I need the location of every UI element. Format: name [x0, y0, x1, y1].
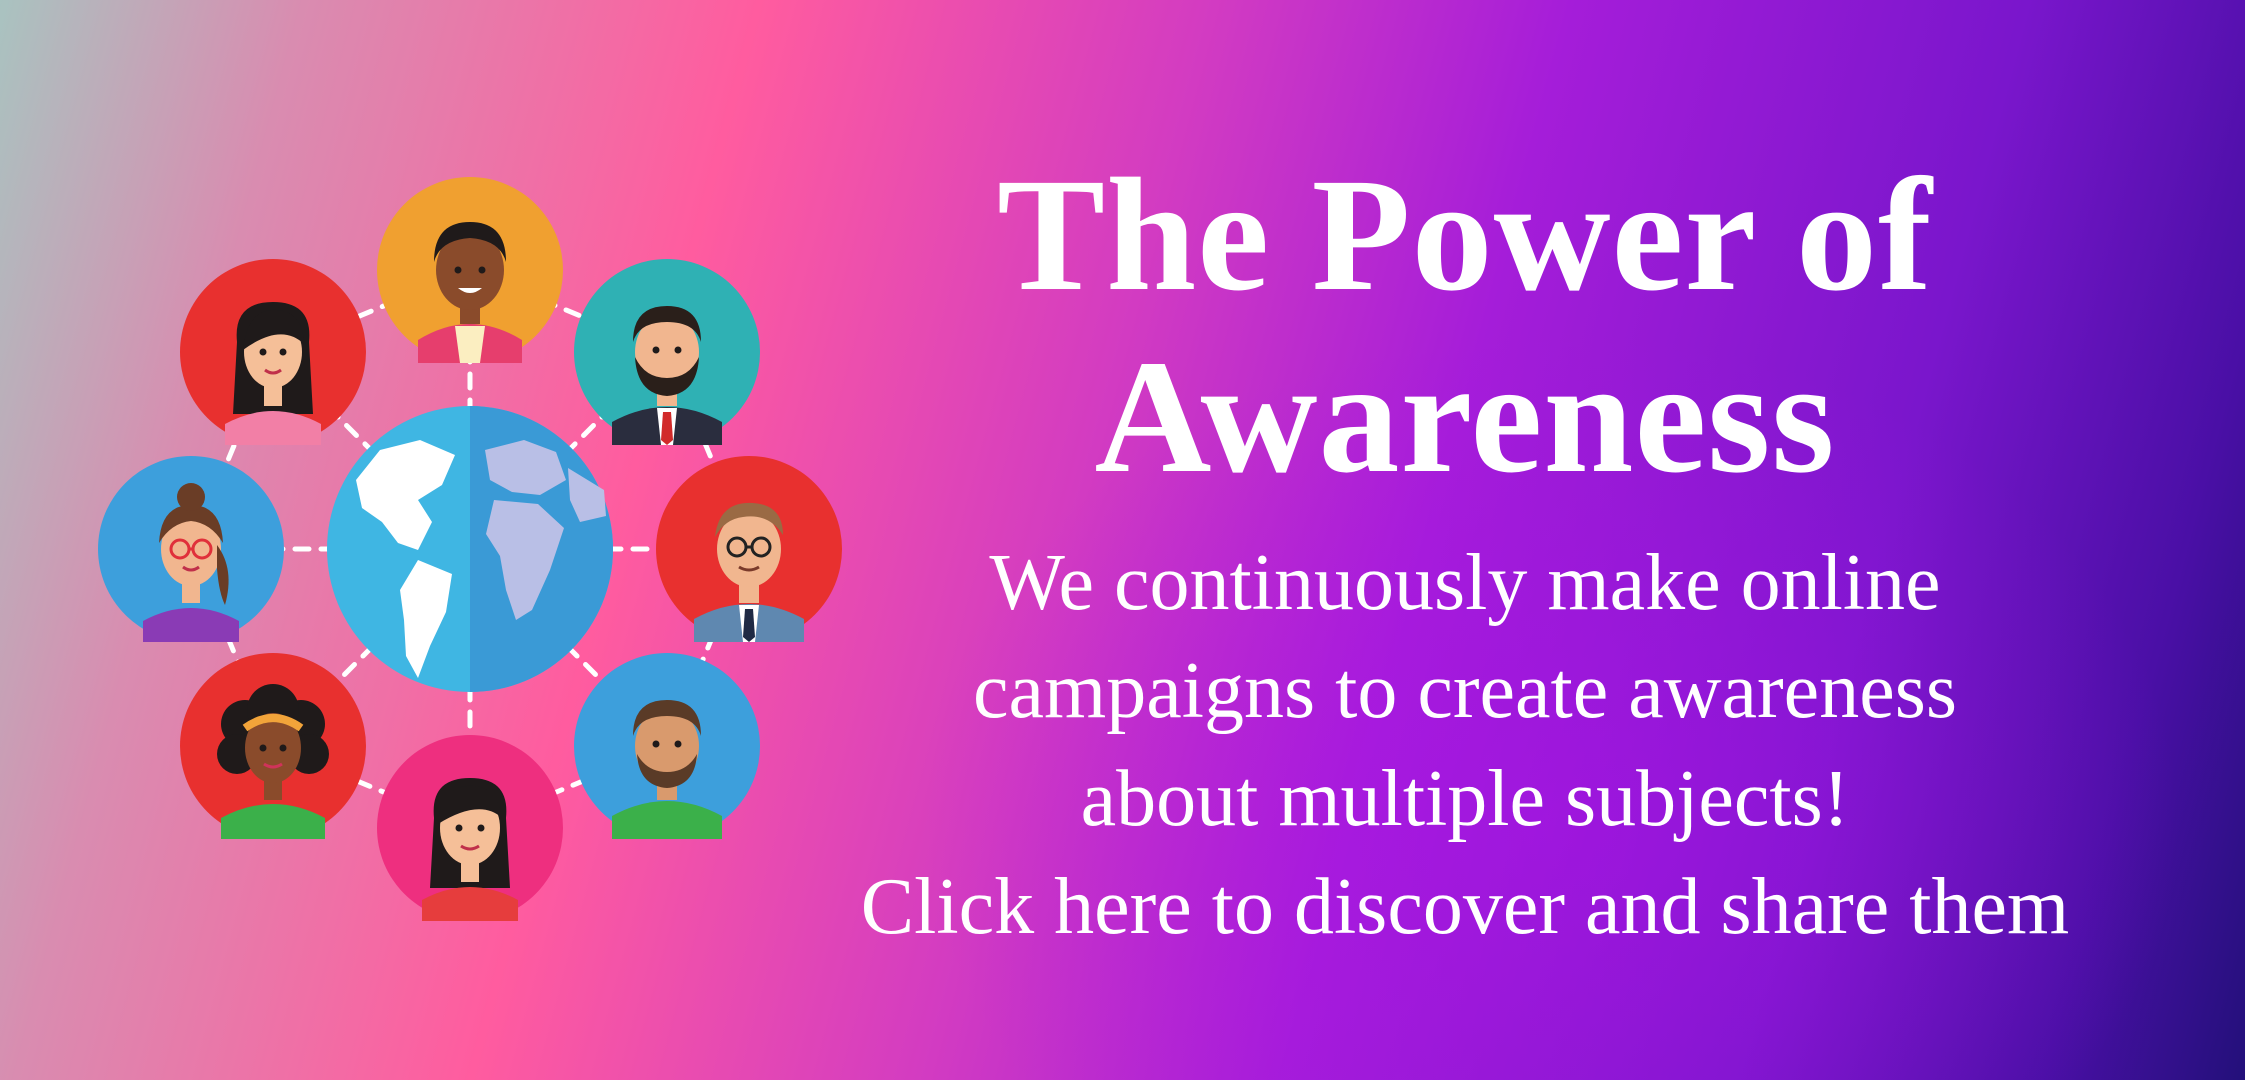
headline-line: Awareness: [1094, 328, 1836, 507]
avatar-woman-red-bg: [180, 259, 366, 445]
banner-text: The Power of Awareness We continuously m…: [820, 145, 2110, 961]
body-line: We continuously make online: [989, 539, 1941, 627]
people-network-illustration: [98, 177, 842, 921]
globe-icon: [327, 406, 613, 692]
call-to-action-text: Click here to discover and share them: [860, 863, 2070, 951]
campaign-banner-link[interactable]: The Power of Awareness We continuously m…: [0, 0, 2245, 1080]
avatar-woman-glasses-blue-bg: [98, 456, 284, 642]
avatar-man-glasses-red-bg: [656, 456, 842, 642]
headline: The Power of Awareness: [820, 145, 2110, 509]
body-line: about multiple subjects!: [1080, 755, 1850, 843]
avatar-man-beard-blue-bg: [574, 653, 760, 839]
avatar-man-beard-teal-bg: [574, 259, 760, 445]
avatar-woman-curly-red-bg: [180, 653, 366, 839]
headline-line: The Power of: [997, 146, 1933, 325]
avatar-man-orange-bg: [377, 177, 563, 363]
avatar-woman-pink-bg: [377, 735, 563, 921]
body-line: campaigns to create awareness: [973, 647, 1957, 735]
body-copy: We continuously make online campaigns to…: [820, 529, 2110, 961]
